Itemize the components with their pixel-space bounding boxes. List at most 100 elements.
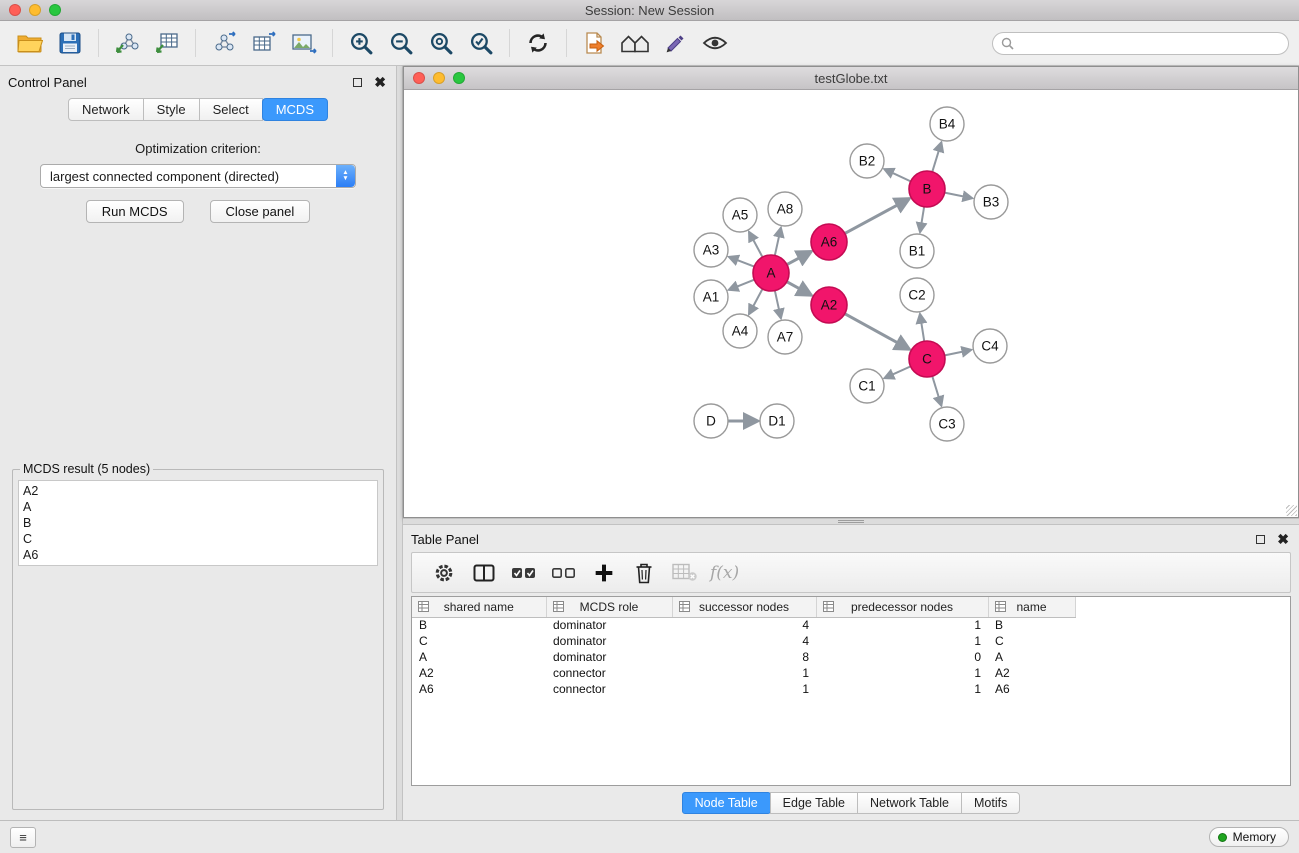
tab-style[interactable]: Style [143, 98, 200, 121]
table-row[interactable]: A2connector11A2 [412, 665, 1075, 681]
graph-node-A6[interactable]: A6 [811, 224, 847, 260]
graph-edge-A-A6[interactable] [787, 251, 811, 264]
export-image-button[interactable] [284, 26, 324, 60]
graph-edge-B-B2[interactable] [884, 169, 910, 181]
table-cell[interactable]: 1 [672, 665, 816, 681]
graph-edge-A-A7[interactable] [775, 291, 781, 319]
mcds-result-item[interactable]: C [23, 531, 373, 547]
mcds-result-item[interactable]: A2 [23, 483, 373, 499]
graph-edge-B-B1[interactable] [920, 207, 924, 232]
graph-edge-A2-C[interactable] [845, 314, 910, 350]
table-cell[interactable]: B [988, 617, 1075, 633]
table-cell[interactable]: connector [546, 681, 672, 697]
zoom-window-button[interactable] [49, 4, 61, 16]
memory-button[interactable]: Memory [1209, 827, 1289, 847]
network-minimize-button[interactable] [433, 72, 445, 84]
run-mcds-button[interactable]: Run MCDS [86, 200, 184, 223]
tab-select[interactable]: Select [199, 98, 263, 121]
import-network-button[interactable] [107, 26, 147, 60]
apply-layout-button[interactable] [518, 26, 558, 60]
graph-node-A4[interactable]: A4 [723, 314, 757, 348]
network-from-public-button[interactable] [204, 26, 244, 60]
save-session-button[interactable] [50, 26, 90, 60]
table-row[interactable]: Adominator80A [412, 649, 1075, 665]
graph-node-B3[interactable]: B3 [974, 185, 1008, 219]
graph-node-C3[interactable]: C3 [930, 407, 964, 441]
table-row[interactable]: Cdominator41C [412, 633, 1075, 649]
table-cell[interactable]: 4 [672, 633, 816, 649]
float-table-panel-icon[interactable] [1256, 535, 1265, 544]
table-cell[interactable]: A2 [988, 665, 1075, 681]
tab-node-table[interactable]: Node Table [682, 792, 771, 814]
column-header-predecessor-nodes[interactable]: predecessor nodes [816, 597, 988, 617]
table-cell[interactable]: 8 [672, 649, 816, 665]
table-cell[interactable]: 0 [816, 649, 988, 665]
graph-edge-C-C1[interactable] [884, 366, 910, 378]
horizontal-splitter[interactable] [403, 518, 1299, 525]
close-panel-button[interactable]: Close panel [210, 200, 311, 223]
graph-node-A2[interactable]: A2 [811, 287, 847, 323]
network-zoom-button[interactable] [453, 72, 465, 84]
graph-edge-A-A5[interactable] [749, 232, 763, 257]
graph-node-B1[interactable]: B1 [900, 234, 934, 268]
graphics-details-button[interactable] [695, 26, 735, 60]
overview-button[interactable] [615, 26, 655, 60]
table-cell[interactable]: dominator [546, 633, 672, 649]
graph-node-C4[interactable]: C4 [973, 329, 1007, 363]
tab-motifs[interactable]: Motifs [961, 792, 1020, 814]
graph-node-D1[interactable]: D1 [760, 404, 794, 438]
zoom-in-button[interactable] [341, 26, 381, 60]
graph-node-A5[interactable]: A5 [723, 198, 757, 232]
table-cell[interactable]: dominator [546, 649, 672, 665]
delete-table-button[interactable] [666, 557, 702, 589]
show-columns-button[interactable] [466, 557, 502, 589]
mcds-result-item[interactable]: A [23, 499, 373, 515]
table-from-public-button[interactable] [244, 26, 284, 60]
mcds-result-item[interactable]: B [23, 515, 373, 531]
graph-edge-A-A1[interactable] [729, 280, 755, 290]
column-header-successor-nodes[interactable]: successor nodes [672, 597, 816, 617]
tab-network[interactable]: Network [68, 98, 144, 121]
graph-edge-A-A3[interactable] [729, 257, 754, 267]
graph-edge-C-C4[interactable] [945, 350, 972, 356]
minimize-window-button[interactable] [29, 4, 41, 16]
close-window-button[interactable] [9, 4, 21, 16]
resize-grip[interactable] [1286, 505, 1297, 516]
table-row[interactable]: A6connector11A6 [412, 681, 1075, 697]
open-session-button[interactable] [10, 26, 50, 60]
graph-node-B4[interactable]: B4 [930, 107, 964, 141]
table-cell[interactable]: dominator [546, 617, 672, 633]
close-table-panel-icon[interactable]: ✖ [1277, 532, 1289, 546]
table-cell[interactable]: 1 [816, 681, 988, 697]
tab-edge-table[interactable]: Edge Table [770, 792, 858, 814]
table-cell[interactable]: 1 [816, 665, 988, 681]
function-builder-button[interactable]: f(x) [710, 563, 739, 583]
panel-selector-button[interactable]: ≡ [10, 827, 36, 848]
tab-network-table[interactable]: Network Table [857, 792, 962, 814]
mcds-result-item[interactable]: A6 [23, 547, 373, 563]
criterion-dropdown[interactable]: largest connected component (directed) ▲… [40, 164, 356, 188]
table-cell[interactable]: A [412, 649, 546, 665]
graph-node-A[interactable]: A [753, 255, 789, 291]
graph-node-D[interactable]: D [694, 404, 728, 438]
add-row-button[interactable] [586, 557, 622, 589]
network-canvas[interactable]: AA1A2A3A4A5A6A7A8BB1B2B3B4CC1C2C3C4DD1 [404, 90, 1298, 517]
select-all-button[interactable] [506, 557, 542, 589]
tab-mcds[interactable]: MCDS [262, 98, 328, 121]
graph-edge-A-A8[interactable] [775, 228, 781, 256]
deselect-all-button[interactable] [546, 557, 582, 589]
table-cell[interactable]: 1 [816, 617, 988, 633]
table-cell[interactable]: B [412, 617, 546, 633]
search-input[interactable] [1019, 36, 1280, 50]
delete-selected-button[interactable] [626, 557, 662, 589]
table-row[interactable]: Bdominator41B [412, 617, 1075, 633]
graph-node-B2[interactable]: B2 [850, 144, 884, 178]
graph-edge-A-A2[interactable] [787, 282, 812, 296]
search-field[interactable] [992, 32, 1289, 55]
mcds-result-list[interactable]: A2ABCA6 [18, 480, 378, 566]
zoom-fit-button[interactable] [421, 26, 461, 60]
graph-edge-A-A4[interactable] [749, 289, 763, 314]
zoom-selected-button[interactable] [461, 26, 501, 60]
graph-edge-C-C3[interactable] [932, 376, 941, 406]
table-cell[interactable]: A6 [412, 681, 546, 697]
